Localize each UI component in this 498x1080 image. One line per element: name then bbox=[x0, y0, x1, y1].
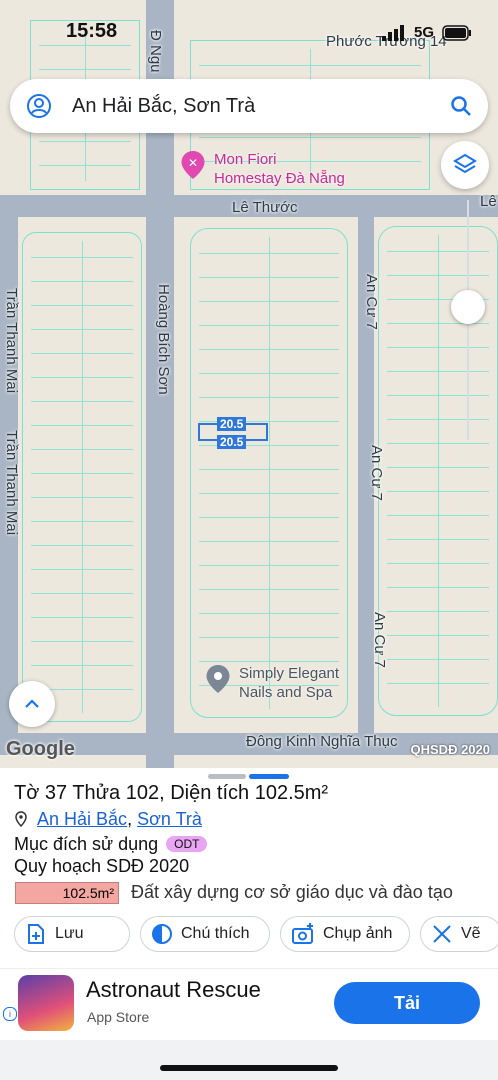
poi-nails-spa[interactable]: Simply Elegant Nails and Spa bbox=[205, 664, 339, 702]
draw-button[interactable]: Vẽ bbox=[420, 916, 498, 952]
land-plot bbox=[190, 228, 348, 718]
account-icon[interactable] bbox=[26, 93, 52, 119]
save-button[interactable]: Lưu bbox=[14, 916, 130, 952]
ward-link[interactable]: An Hải Bắc bbox=[37, 809, 127, 829]
layers-icon bbox=[453, 153, 477, 174]
bottom-bar bbox=[0, 1040, 498, 1080]
street-label: An Cư 7 bbox=[363, 274, 380, 330]
search-input[interactable]: An Hải Bắc, Sơn Trà bbox=[72, 95, 450, 118]
chevron-up-icon bbox=[25, 699, 39, 708]
status-indicators: 5G bbox=[381, 24, 472, 41]
poi-pin-icon: ✕ bbox=[181, 151, 205, 179]
expand-up-button[interactable] bbox=[9, 681, 55, 727]
street-label: An Cư 7 bbox=[368, 445, 385, 501]
sheet-handle-active[interactable] bbox=[249, 774, 289, 779]
legend-icon bbox=[152, 924, 172, 944]
network-label: 5G bbox=[413, 24, 434, 41]
street-label: Lê Thước bbox=[232, 199, 298, 216]
battery-icon bbox=[442, 24, 471, 41]
street-label: Lê bbox=[480, 193, 497, 210]
draw-icon bbox=[433, 925, 451, 943]
poi-name: Nails and Spa bbox=[239, 684, 333, 701]
plan-description: Đất xây dựng cơ sở giáo dục và đào tạo bbox=[131, 882, 453, 902]
street-label: Trần Thanh Mai bbox=[3, 288, 20, 394]
save-file-icon bbox=[28, 924, 44, 944]
capture-button[interactable]: Chụp ảnh bbox=[280, 916, 410, 952]
plot-title: Tờ 37 Thửa 102, Diện tích 102.5m² bbox=[14, 782, 329, 804]
poi-homestay[interactable]: ✕ Mon Fiori Homestay Đà Nẵng bbox=[180, 150, 345, 188]
street-label: Đông Kinh Nghĩa Thục bbox=[246, 733, 398, 750]
plot-divider bbox=[82, 241, 83, 713]
save-label: Lưu bbox=[55, 925, 84, 942]
poi-name: Mon Fiori bbox=[214, 151, 277, 168]
google-logo: Google bbox=[6, 738, 75, 760]
svg-text:✕: ✕ bbox=[188, 156, 198, 170]
status-time: 15:58 bbox=[66, 20, 118, 42]
search-icon[interactable] bbox=[450, 95, 472, 117]
land-plot bbox=[22, 232, 142, 722]
layers-button[interactable] bbox=[441, 141, 489, 189]
measurement-label: 20.5 bbox=[217, 435, 247, 449]
overlay-label: QHSDĐ 2020 bbox=[410, 742, 490, 757]
draw-label: Vẽ bbox=[461, 925, 481, 942]
plan-label: Quy hoạch SDĐ 2020 bbox=[14, 856, 190, 876]
ad-banner[interactable]: i Astronaut Rescue App Store Tải bbox=[0, 968, 498, 1041]
street-label: An Cư 7 bbox=[371, 612, 388, 668]
signal-icon bbox=[381, 24, 404, 41]
street-label: Đ Ngu bbox=[147, 30, 164, 73]
legend-label: Chú thích bbox=[181, 925, 250, 942]
plot-info-sheet: Tờ 37 Thửa 102, Diện tích 102.5m² An Hải… bbox=[0, 768, 498, 1080]
map-view[interactable]: Phước Trường 14 Đ Ngu Lê Thước Lê Hoàng … bbox=[0, 0, 498, 768]
ad-store: App Store bbox=[87, 1009, 150, 1025]
camera-add-icon bbox=[292, 923, 313, 944]
location-pin-icon bbox=[15, 811, 27, 828]
plan-area-badge: 102.5m² bbox=[15, 882, 119, 904]
capture-label: Chụp ảnh bbox=[323, 925, 393, 942]
poi-name: Simply Elegant bbox=[239, 665, 340, 682]
action-chips: Lưu Chú thích Chụp ảnh Vẽ bbox=[14, 916, 498, 952]
home-indicator[interactable] bbox=[160, 1065, 338, 1071]
download-button[interactable]: Tải bbox=[334, 982, 480, 1024]
plot-divider bbox=[438, 235, 439, 707]
poi-name: Homestay Đà Nẵng bbox=[214, 170, 345, 187]
location-line: An Hải Bắc, Sơn Trà bbox=[14, 809, 202, 830]
district-link[interactable]: Sơn Trà bbox=[137, 809, 202, 829]
purpose-line: Mục đích sử dụng ODT bbox=[14, 834, 208, 855]
plot-divider bbox=[269, 237, 270, 709]
measurement-label: 20.5 bbox=[217, 417, 247, 431]
ad-info-icon[interactable]: i bbox=[3, 1007, 17, 1021]
sheet-handle[interactable] bbox=[208, 774, 246, 779]
legend-button[interactable]: Chú thích bbox=[140, 916, 270, 952]
purpose-label: Mục đích sử dụng bbox=[14, 834, 159, 854]
street-label: Hoàng Bích Sơn bbox=[155, 284, 172, 395]
search-bar[interactable]: An Hải Bắc, Sơn Trà bbox=[10, 79, 488, 133]
app-icon[interactable] bbox=[18, 975, 74, 1031]
ad-title[interactable]: Astronaut Rescue bbox=[86, 977, 261, 1003]
purpose-badge: ODT bbox=[166, 836, 208, 852]
poi-pin-icon bbox=[206, 665, 230, 693]
street-label: Trần Thanh Mai bbox=[3, 430, 20, 536]
opacity-slider-knob[interactable] bbox=[451, 290, 485, 324]
